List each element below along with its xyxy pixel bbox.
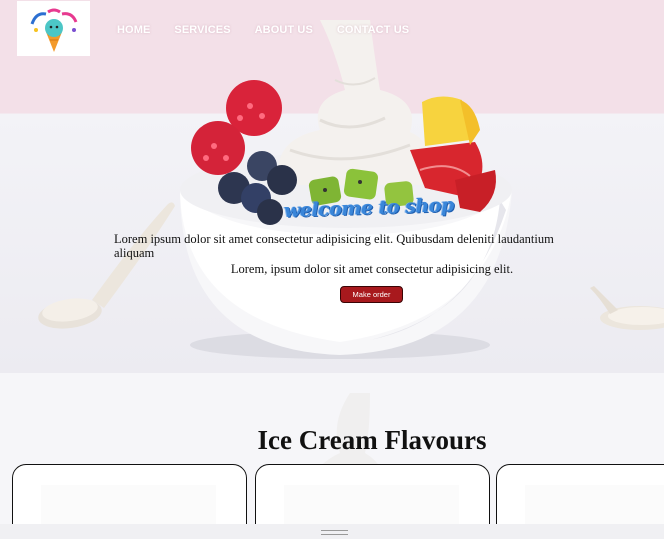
hero-subparagraph: Lorem, ipsum dolor sit amet consectetur … xyxy=(230,262,514,276)
flavours-title: Ice Cream Flavours xyxy=(257,425,487,455)
nav-contact-us[interactable]: CONTACT US xyxy=(337,24,409,36)
logo[interactable] xyxy=(17,1,90,56)
nav-services[interactable]: SERVICES xyxy=(174,24,230,36)
flavours-section: Ice Cream Flavours xyxy=(0,373,664,539)
nav-about-us[interactable]: ABOUT US xyxy=(255,24,313,36)
nav-home[interactable]: HOME xyxy=(117,24,150,36)
hero-section: HOME SERVICES ABOUT US CONTACT US welcom… xyxy=(0,0,664,373)
frozen-yogurt-bowl-image xyxy=(180,20,512,359)
make-order-button[interactable]: Make order xyxy=(340,286,403,303)
spoon-right-image xyxy=(590,286,664,330)
main-nav: HOME SERVICES ABOUT US CONTACT US xyxy=(117,24,433,36)
drag-handle-icon[interactable] xyxy=(321,530,348,535)
hero-paragraph: Lorem ipsum dolor sit amet consectetur a… xyxy=(114,232,554,260)
ice-cream-cone-logo-icon xyxy=(30,8,77,52)
